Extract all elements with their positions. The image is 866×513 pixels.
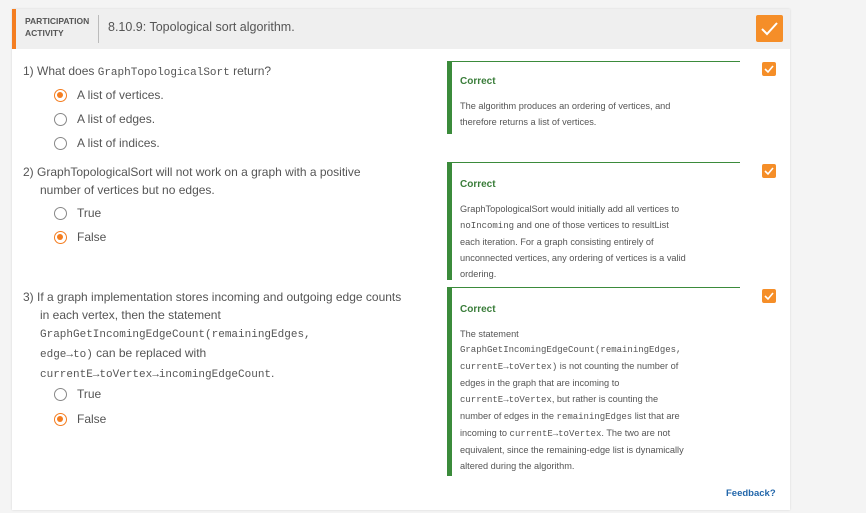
- radio-icon[interactable]: [54, 206, 67, 220]
- q2-option-1[interactable]: True: [54, 206, 101, 220]
- question-1-feedback: Correct The algorithm produces an orderi…: [447, 61, 740, 134]
- question-code: edge→to): [40, 349, 93, 361]
- question-text: return?: [229, 64, 272, 78]
- question-number: 3): [23, 290, 34, 304]
- question-2-text: 2) GraphTopologicalSort will not work on…: [23, 163, 423, 199]
- question-text: can be replaced with: [92, 346, 207, 360]
- feedback-line: edges in the graph that are incoming to: [460, 378, 620, 388]
- question-text: in each vertex, then the statement: [40, 308, 221, 322]
- feedback-line: altered during the algorithm.: [460, 461, 575, 471]
- feedback-text: is not counting the number of: [557, 361, 679, 371]
- header-accent-bar: [12, 9, 16, 49]
- activity-complete-check-icon: [756, 15, 783, 42]
- feedback-code: currentE→toVertex: [460, 395, 552, 405]
- question-2-correct-check-icon: [762, 164, 776, 178]
- feedback-code: GraphGetIncomingEdgeCount(remainingEdges…: [460, 345, 682, 355]
- question-code: GraphGetIncomingEdgeCount(remainingEdges…: [40, 329, 311, 341]
- question-3-correct-check-icon: [762, 289, 776, 303]
- q3-option-1[interactable]: True: [54, 387, 101, 401]
- question-2-feedback: Correct GraphTopologicalSort would initi…: [447, 162, 747, 280]
- question-text: GraphTopologicalSort will not work on a …: [37, 165, 361, 179]
- feedback-code: noIncoming: [460, 221, 515, 231]
- feedback-text: list that are: [632, 411, 680, 421]
- q1-option-2[interactable]: A list of edges.: [54, 112, 155, 126]
- q2-option-2[interactable]: False: [54, 230, 106, 244]
- feedback-link[interactable]: Feedback?: [726, 488, 776, 499]
- header-divider: [98, 15, 99, 43]
- question-code: GraphTopologicalSort: [97, 67, 230, 79]
- question-text: If a graph implementation stores incomin…: [37, 290, 402, 304]
- feedback-line: The statement: [460, 329, 519, 339]
- feedback-text: , but rather is counting the: [551, 394, 659, 404]
- feedback-text: and one of those vertices to resultList: [514, 220, 669, 230]
- option-label: False: [77, 412, 107, 426]
- feedback-title: Correct: [460, 304, 496, 315]
- feedback-code: remainingEdges: [556, 412, 633, 422]
- radio-icon[interactable]: [54, 112, 67, 126]
- question-number: 1): [23, 64, 34, 78]
- q1-option-3[interactable]: A list of indices.: [54, 136, 160, 150]
- feedback-line: equivalent, since the remaining-edge lis…: [460, 445, 684, 455]
- activity-header: PARTICIPATION ACTIVITY 8.10.9: Topologic…: [12, 9, 790, 49]
- option-label: A list of edges.: [77, 112, 156, 126]
- question-3-text: 3) If a graph implementation stores inco…: [23, 288, 443, 384]
- activity-title: 8.10.9: Topological sort algorithm.: [108, 20, 295, 34]
- radio-icon[interactable]: [54, 136, 67, 150]
- feedback-title: Correct: [460, 179, 496, 190]
- question-3-feedback: Correct The statement GraphGetIncomingEd…: [447, 287, 747, 476]
- option-label: A list of vertices.: [77, 88, 164, 102]
- feedback-text: incoming to: [460, 428, 510, 438]
- question-text: What does: [37, 64, 98, 78]
- label-line-1: PARTICIPATION: [25, 16, 90, 26]
- option-label: A list of indices.: [77, 136, 160, 150]
- radio-selected-icon[interactable]: [54, 412, 67, 426]
- feedback-line: therefore returns a list of vertices.: [460, 117, 597, 127]
- q1-option-1[interactable]: A list of vertices.: [54, 88, 164, 102]
- option-label: True: [77, 387, 102, 401]
- feedback-text: . The two are not: [601, 428, 671, 438]
- question-text: number of vertices but no edges.: [40, 183, 215, 197]
- radio-selected-icon[interactable]: [54, 230, 67, 244]
- feedback-line: each iteration. For a graph consisting e…: [460, 237, 654, 247]
- radio-icon[interactable]: [54, 387, 67, 401]
- participation-activity-label: PARTICIPATION ACTIVITY: [25, 15, 105, 39]
- feedback-code: currentE→toVertex: [509, 429, 602, 439]
- label-line-2: ACTIVITY: [25, 28, 64, 38]
- question-number: 2): [23, 165, 34, 179]
- question-code: currentE→toVertex→incomingEdgeCount: [40, 369, 272, 381]
- option-label: False: [77, 230, 107, 244]
- question-1-correct-check-icon: [762, 62, 776, 76]
- participation-activity-card: PARTICIPATION ACTIVITY 8.10.9: Topologic…: [12, 9, 790, 510]
- feedback-line: unconnected vertices, any ordering of ve…: [460, 253, 686, 263]
- question-1-text: 1) What does GraphTopologicalSort return…: [23, 62, 271, 82]
- option-label: True: [77, 206, 102, 220]
- feedback-line: GraphTopologicalSort would initially add…: [460, 204, 680, 214]
- q3-option-2[interactable]: False: [54, 412, 106, 426]
- feedback-code: currentE→toVertex): [460, 362, 558, 372]
- question-text: .: [271, 366, 275, 380]
- radio-selected-icon[interactable]: [54, 88, 67, 102]
- feedback-text: number of edges in the: [460, 411, 557, 421]
- feedback-title: Correct: [460, 76, 496, 87]
- feedback-line: ordering.: [460, 269, 497, 279]
- feedback-line: The algorithm produces an ordering of ve…: [460, 101, 671, 111]
